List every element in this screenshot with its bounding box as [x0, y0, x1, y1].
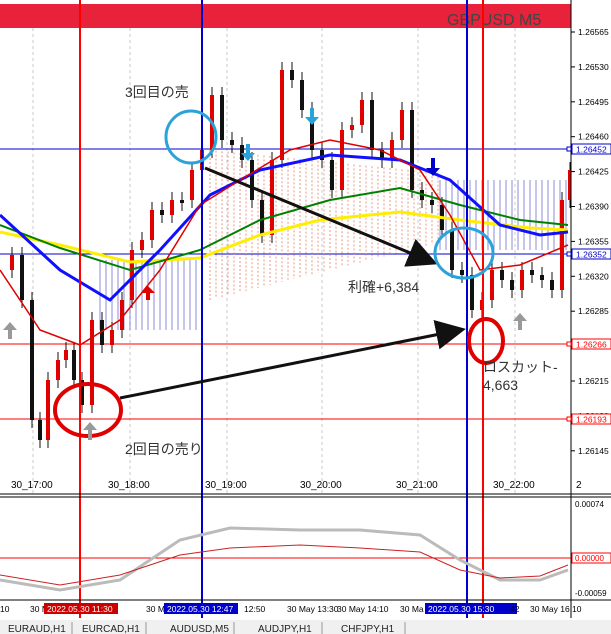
candle-body	[550, 280, 554, 290]
price-tag-marker	[566, 146, 572, 152]
price-tick-label: 1.26390	[578, 202, 609, 212]
price-pane[interactable]	[0, 0, 571, 494]
price-tick-label: 1.26285	[578, 306, 609, 316]
time-tick-label: 30_21:00	[396, 480, 438, 491]
date-strip-label: 30 May 16:10	[530, 604, 582, 614]
candle-body	[560, 200, 564, 290]
date-strip-label: 42	[510, 604, 520, 614]
candle-body	[430, 200, 434, 205]
tab-chfjpy-h1[interactable]: CHFJPY,H1	[341, 624, 395, 634]
time-tick-label: 30_17:00	[11, 480, 53, 491]
candle-body	[20, 255, 24, 300]
candle-body	[140, 240, 144, 250]
candle-body	[230, 140, 234, 145]
label-stop-loss-value: 4,663	[483, 377, 518, 393]
candle-body	[290, 70, 294, 80]
tab-eurcad-h1[interactable]: EURCAD,H1	[82, 624, 140, 634]
osc-tick-labels: 0.00074 0.00000 -0.00059	[571, 500, 611, 598]
candle-body	[400, 110, 404, 140]
price-tick-label: 1.26460	[578, 132, 609, 142]
price-tick-label: 1.26320	[578, 271, 609, 281]
price-tag-label: 1.26452	[576, 145, 607, 155]
date-highlight-label: 2022.05.30 11:30	[47, 604, 113, 614]
bottom-date-strip: 10 30 Ma 30 Ma 12:50 30 May 13:3030 May 14:1…	[0, 603, 582, 614]
price-tick-label: 1.26565	[578, 27, 609, 37]
price-tick-label: 1.26355	[578, 236, 609, 246]
candle-body	[340, 130, 344, 190]
candle-body	[240, 145, 244, 160]
candle-body	[510, 280, 514, 290]
time-tick-label: 2	[576, 480, 582, 491]
date-strip-label: 30 Ma	[400, 604, 424, 614]
candle-body	[250, 160, 254, 200]
label-take-profit: 利確+6,384	[348, 279, 419, 295]
candle-body	[540, 275, 544, 280]
date-strip-label: 30 May 13:30	[287, 604, 339, 614]
price-tag-label: 1.26266	[576, 340, 607, 350]
tab-euraud-h1[interactable]: EURAUD,H1	[8, 624, 66, 634]
candle-body	[10, 255, 14, 270]
candle-body	[490, 270, 494, 300]
candle-body	[500, 270, 504, 280]
price-tick-label: 1.26215	[578, 376, 609, 386]
candle-body	[180, 200, 184, 203]
candle-body	[450, 230, 454, 270]
candle-body	[280, 70, 284, 160]
price-tag-label: 1.26352	[576, 250, 607, 260]
price-tick-label: 1.26495	[578, 97, 609, 107]
candle-body	[470, 275, 474, 310]
trading-chart[interactable]: GBPUSD M5 3回目の売 2回目の売り 利確+6,384 ロスカット- 4…	[0, 0, 611, 634]
price-tag-marker	[566, 251, 572, 257]
date-strip-label: 10	[0, 604, 10, 614]
candle-body	[460, 270, 464, 275]
label-stop-loss: ロスカット-	[483, 359, 558, 375]
price-tick-label: 1.26530	[578, 62, 609, 72]
tab-audjpy-h1[interactable]: AUDJPY,H1	[258, 624, 312, 634]
candle-body	[38, 420, 42, 440]
osc-tick-label: 0.00074	[575, 500, 604, 509]
candle-body	[150, 210, 154, 240]
price-tag-label: 1.26193	[576, 415, 607, 425]
candle-body	[46, 380, 50, 440]
candle-body	[110, 330, 114, 345]
candle-body	[56, 360, 60, 380]
candle-body	[90, 320, 94, 405]
osc-tick-label: -0.00059	[575, 589, 607, 598]
time-tick-label: 30_18:00	[108, 480, 150, 491]
tab-audusd-m5[interactable]: AUDUSD,M5	[170, 624, 229, 634]
candle-body	[530, 270, 534, 275]
time-tick-label: 30_20:00	[300, 480, 342, 491]
candle-body	[190, 170, 194, 200]
label-second-sell: 2回目の売り	[125, 441, 203, 457]
price-tag-marker	[566, 341, 572, 347]
candle-body	[72, 350, 76, 380]
candle-body	[360, 100, 364, 125]
time-tick-label: 30_19:00	[205, 480, 247, 491]
candle-body	[160, 210, 164, 215]
date-highlight-label: 2022.05.30 12:47	[167, 604, 233, 614]
candle-body	[410, 110, 414, 190]
candle-body	[370, 100, 374, 150]
candle-body	[260, 200, 264, 235]
candle-body	[350, 125, 354, 130]
candle-body	[330, 160, 334, 190]
label-third-sell: 3回目の売	[125, 84, 189, 100]
candle-body	[170, 200, 174, 215]
time-tick-label: 30_22:00	[493, 480, 535, 491]
chart-title: GBPUSD M5	[447, 12, 541, 29]
date-strip-label: 30 May 14:10	[337, 604, 389, 614]
date-highlight-label: 2022.05.30 15:30	[428, 604, 494, 614]
price-tick-label: 1.26425	[578, 167, 609, 177]
candle-body	[300, 80, 304, 110]
candle-body	[64, 350, 68, 360]
osc-tick-label: 0.00000	[575, 554, 604, 563]
candle-body	[220, 95, 224, 140]
price-tick-label: 1.26145	[578, 446, 609, 456]
candle-body	[520, 270, 524, 290]
price-tag-marker	[566, 416, 572, 422]
date-strip-label: 12:50	[244, 604, 266, 614]
